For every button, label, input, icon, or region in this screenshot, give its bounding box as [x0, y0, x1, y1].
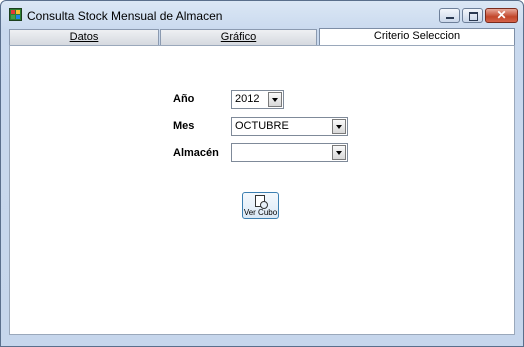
minimize-button[interactable] — [439, 8, 460, 23]
ver-cubo-button[interactable]: Ver Cubo — [242, 192, 279, 219]
tab-datos[interactable]: Datos — [9, 29, 159, 45]
tab-grafico[interactable]: Gráfico — [160, 29, 317, 45]
criterio-panel: Año 2012 Mes OCTUBRE Almacén Ver Cubo — [9, 45, 515, 335]
title-bar[interactable]: Consulta Stock Mensual de Almacen ✕ — [1, 1, 523, 27]
anio-select[interactable]: 2012 — [231, 90, 284, 109]
mes-select[interactable]: OCTUBRE — [231, 117, 348, 136]
tab-strip: Datos Gráfico Criterio Seleccion — [9, 28, 515, 45]
chevron-down-icon — [272, 98, 278, 102]
app-grid-icon — [9, 8, 22, 21]
chevron-down-icon — [336, 125, 342, 129]
almacen-dropdown-button[interactable] — [332, 145, 346, 160]
ver-cubo-label: Ver Cubo — [243, 208, 278, 217]
almacen-label: Almacén — [173, 147, 219, 159]
anio-value: 2012 — [235, 93, 260, 105]
close-button[interactable]: ✕ — [485, 8, 518, 23]
anio-label: Año — [173, 93, 195, 105]
mes-dropdown-button[interactable] — [332, 119, 346, 134]
window-title: Consulta Stock Mensual de Almacen — [27, 9, 223, 23]
anio-dropdown-button[interactable] — [268, 92, 282, 107]
almacen-select[interactable] — [231, 143, 348, 162]
mes-label: Mes — [173, 120, 195, 132]
close-icon: ✕ — [496, 8, 507, 22]
maximize-icon — [469, 12, 478, 21]
chevron-down-icon — [336, 151, 342, 155]
mes-value: OCTUBRE — [235, 120, 289, 132]
maximize-button[interactable] — [462, 8, 483, 23]
tab-criterio-seleccion[interactable]: Criterio Seleccion — [319, 28, 515, 45]
minimize-icon — [446, 17, 454, 19]
window-frame: Consulta Stock Mensual de Almacen ✕ Dato… — [0, 0, 524, 347]
